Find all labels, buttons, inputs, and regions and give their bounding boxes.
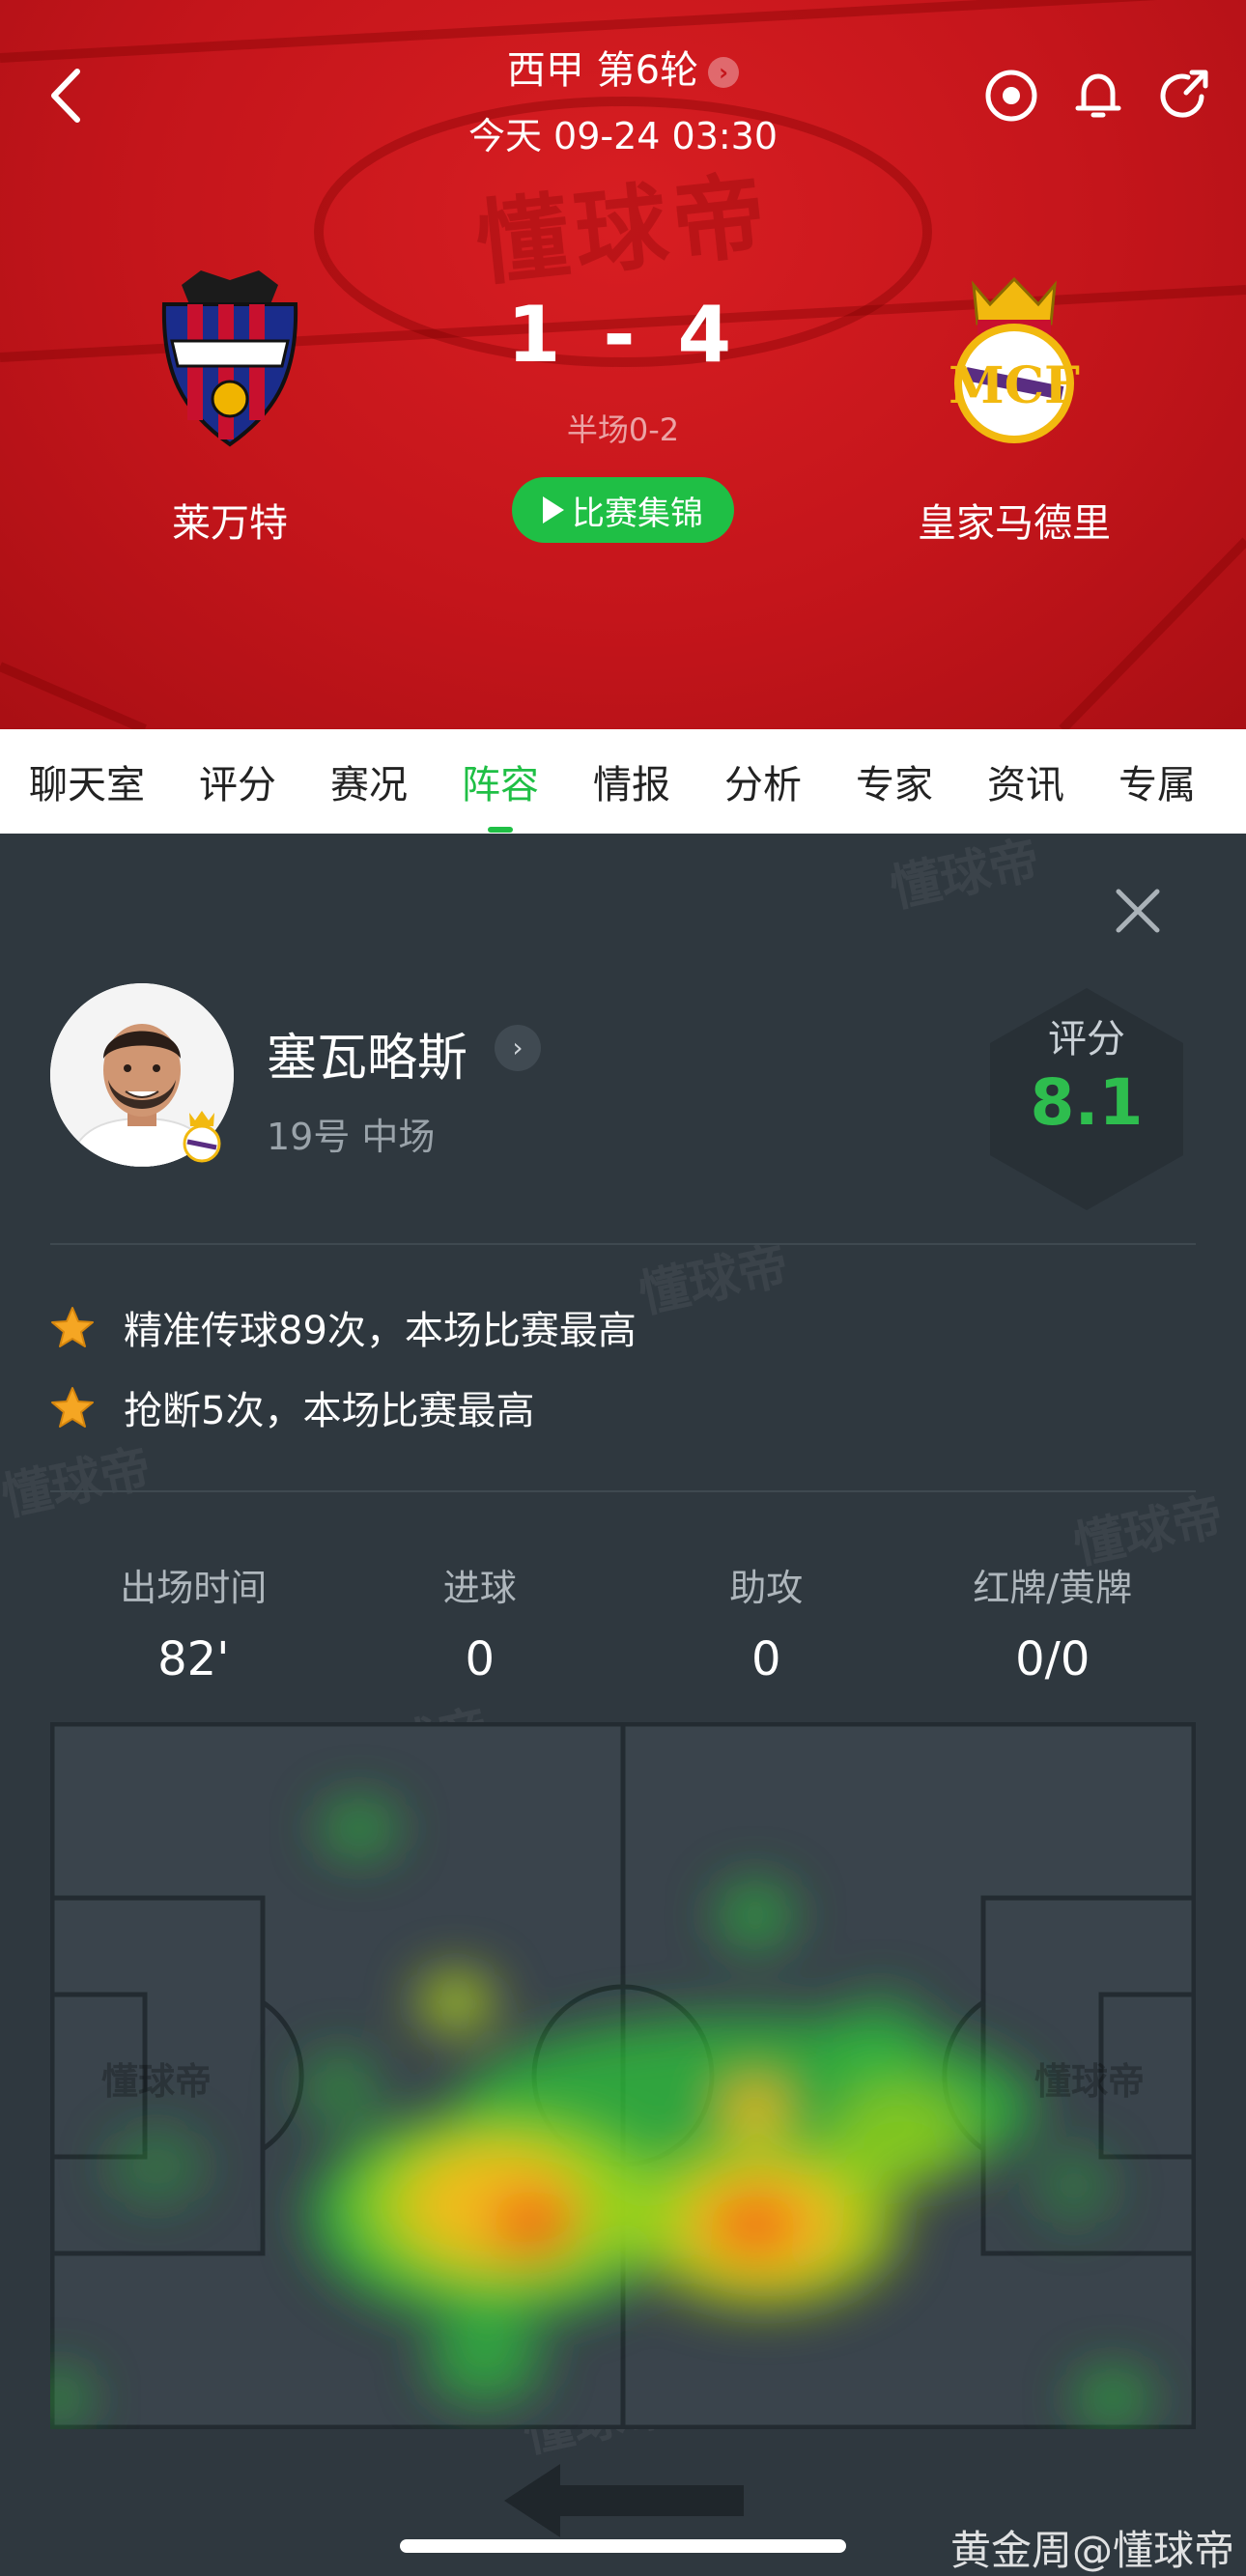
divider — [50, 1490, 1196, 1492]
highlights-label: 比赛集锦 — [572, 494, 703, 533]
away-team-name: 皇家马德里 — [918, 501, 1111, 546]
round-title-text: 西甲 第6轮 — [506, 48, 699, 93]
stat-label: 助攻 — [729, 1567, 804, 1609]
tab-lineup[interactable]: 阵容 — [462, 753, 539, 833]
stat-value: 82' — [157, 1632, 230, 1686]
tab-chatroom[interactable]: 聊天室 — [29, 753, 145, 809]
highlights-button[interactable]: 比赛集锦 — [512, 477, 734, 543]
stat-label: 进球 — [442, 1567, 517, 1609]
stat-value: 0 — [750, 1632, 781, 1686]
chevron-right-icon[interactable]: › — [495, 1025, 541, 1071]
tab-intel[interactable]: 情报 — [593, 753, 670, 809]
tab-live[interactable]: 赛况 — [330, 753, 408, 809]
real-madrid-logo: MCF — [949, 276, 1080, 443]
player-number-position: 19号 中场 — [267, 1116, 436, 1158]
stat-goals: 进球 0 — [337, 1558, 624, 1686]
target-icon[interactable] — [983, 68, 1039, 124]
rating-value: 8.1 — [1030, 1065, 1144, 1140]
svg-text:MCF: MCF — [949, 356, 1080, 415]
home-indicator[interactable] — [400, 2539, 846, 2553]
heatmap-pitch: 懂球帝 懂球帝 — [50, 1722, 1196, 2429]
stat-value: 0 — [465, 1632, 496, 1686]
stat-assists: 助攻 0 — [623, 1558, 910, 1686]
tab-bar: 聊天室 评分 赛况 阵容 情报 分析 专家 资讯 专属 — [0, 729, 1246, 834]
chevron-right-icon: › — [708, 57, 740, 88]
watermark: 懂球帝 — [0, 1439, 156, 1528]
divider — [50, 1243, 1196, 1245]
tab-experts[interactable]: 专家 — [856, 753, 933, 809]
away-team[interactable]: MCF 皇家马德里 — [898, 266, 1130, 548]
tab-news[interactable]: 资讯 — [987, 753, 1064, 809]
bell-icon[interactable] — [1070, 68, 1126, 124]
rating-label: 评分 — [1048, 1017, 1125, 1062]
player-stats: 出场时间 82' 进球 0 助攻 0 红牌/黄牌 0/0 — [50, 1558, 1196, 1686]
tab-exclusive[interactable]: 专属 — [1119, 753, 1196, 809]
watermark: 懂球帝 — [885, 831, 1045, 920]
match-time: 今天 09-24 03:30 — [467, 115, 779, 157]
home-team-name: 莱万特 — [172, 501, 288, 546]
pitch-watermark-left: 懂球帝 — [101, 2060, 212, 2103]
stat-label: 红牌/黄牌 — [973, 1567, 1133, 1609]
achievement-text: 精准传球89次，本场比赛最高 — [124, 1309, 637, 1353]
player-detail-panel: 懂球帝 懂球帝 懂球帝 懂球帝 懂球帝 懂球帝 懂球帝 懂球帝 塞瓦略斯 › 1… — [0, 831, 1246, 2576]
stat-cards: 红牌/黄牌 0/0 — [910, 1558, 1197, 1686]
share-icon[interactable] — [1157, 68, 1213, 124]
tab-ratings[interactable]: 评分 — [199, 753, 276, 809]
attack-direction-arrow-icon — [504, 2464, 744, 2537]
credit-text: 黄金周@懂球帝 — [949, 2527, 1234, 2574]
match-header: 懂球帝 西甲 第6轮 › 今天 09-24 03:30 莱万特 1 - 4 半场0… — [0, 0, 1246, 729]
stat-value: 0/0 — [1015, 1632, 1090, 1686]
stat-label: 出场时间 — [120, 1567, 268, 1609]
play-icon — [543, 496, 564, 524]
tab-analysis[interactable]: 分析 — [724, 753, 802, 809]
star-icon — [51, 1387, 94, 1428]
star-icon — [51, 1307, 94, 1347]
achievement-item: 精准传球89次，本场比赛最高 — [50, 1299, 637, 1355]
player-name[interactable]: 塞瓦略斯 — [267, 1017, 467, 1090]
club-badge-icon — [183, 1111, 221, 1163]
achievement-text: 抢断5次，本场比赛最高 — [124, 1389, 535, 1433]
watermark: 懂球帝 — [634, 1236, 794, 1325]
achievement-item: 抢断5次，本场比赛最高 — [50, 1379, 534, 1435]
close-icon[interactable] — [1113, 886, 1163, 936]
round-title[interactable]: 西甲 第6轮 › — [0, 39, 1246, 95]
pitch-watermark-right: 懂球帝 — [1034, 2060, 1145, 2103]
stat-minutes: 出场时间 82' — [50, 1558, 337, 1686]
